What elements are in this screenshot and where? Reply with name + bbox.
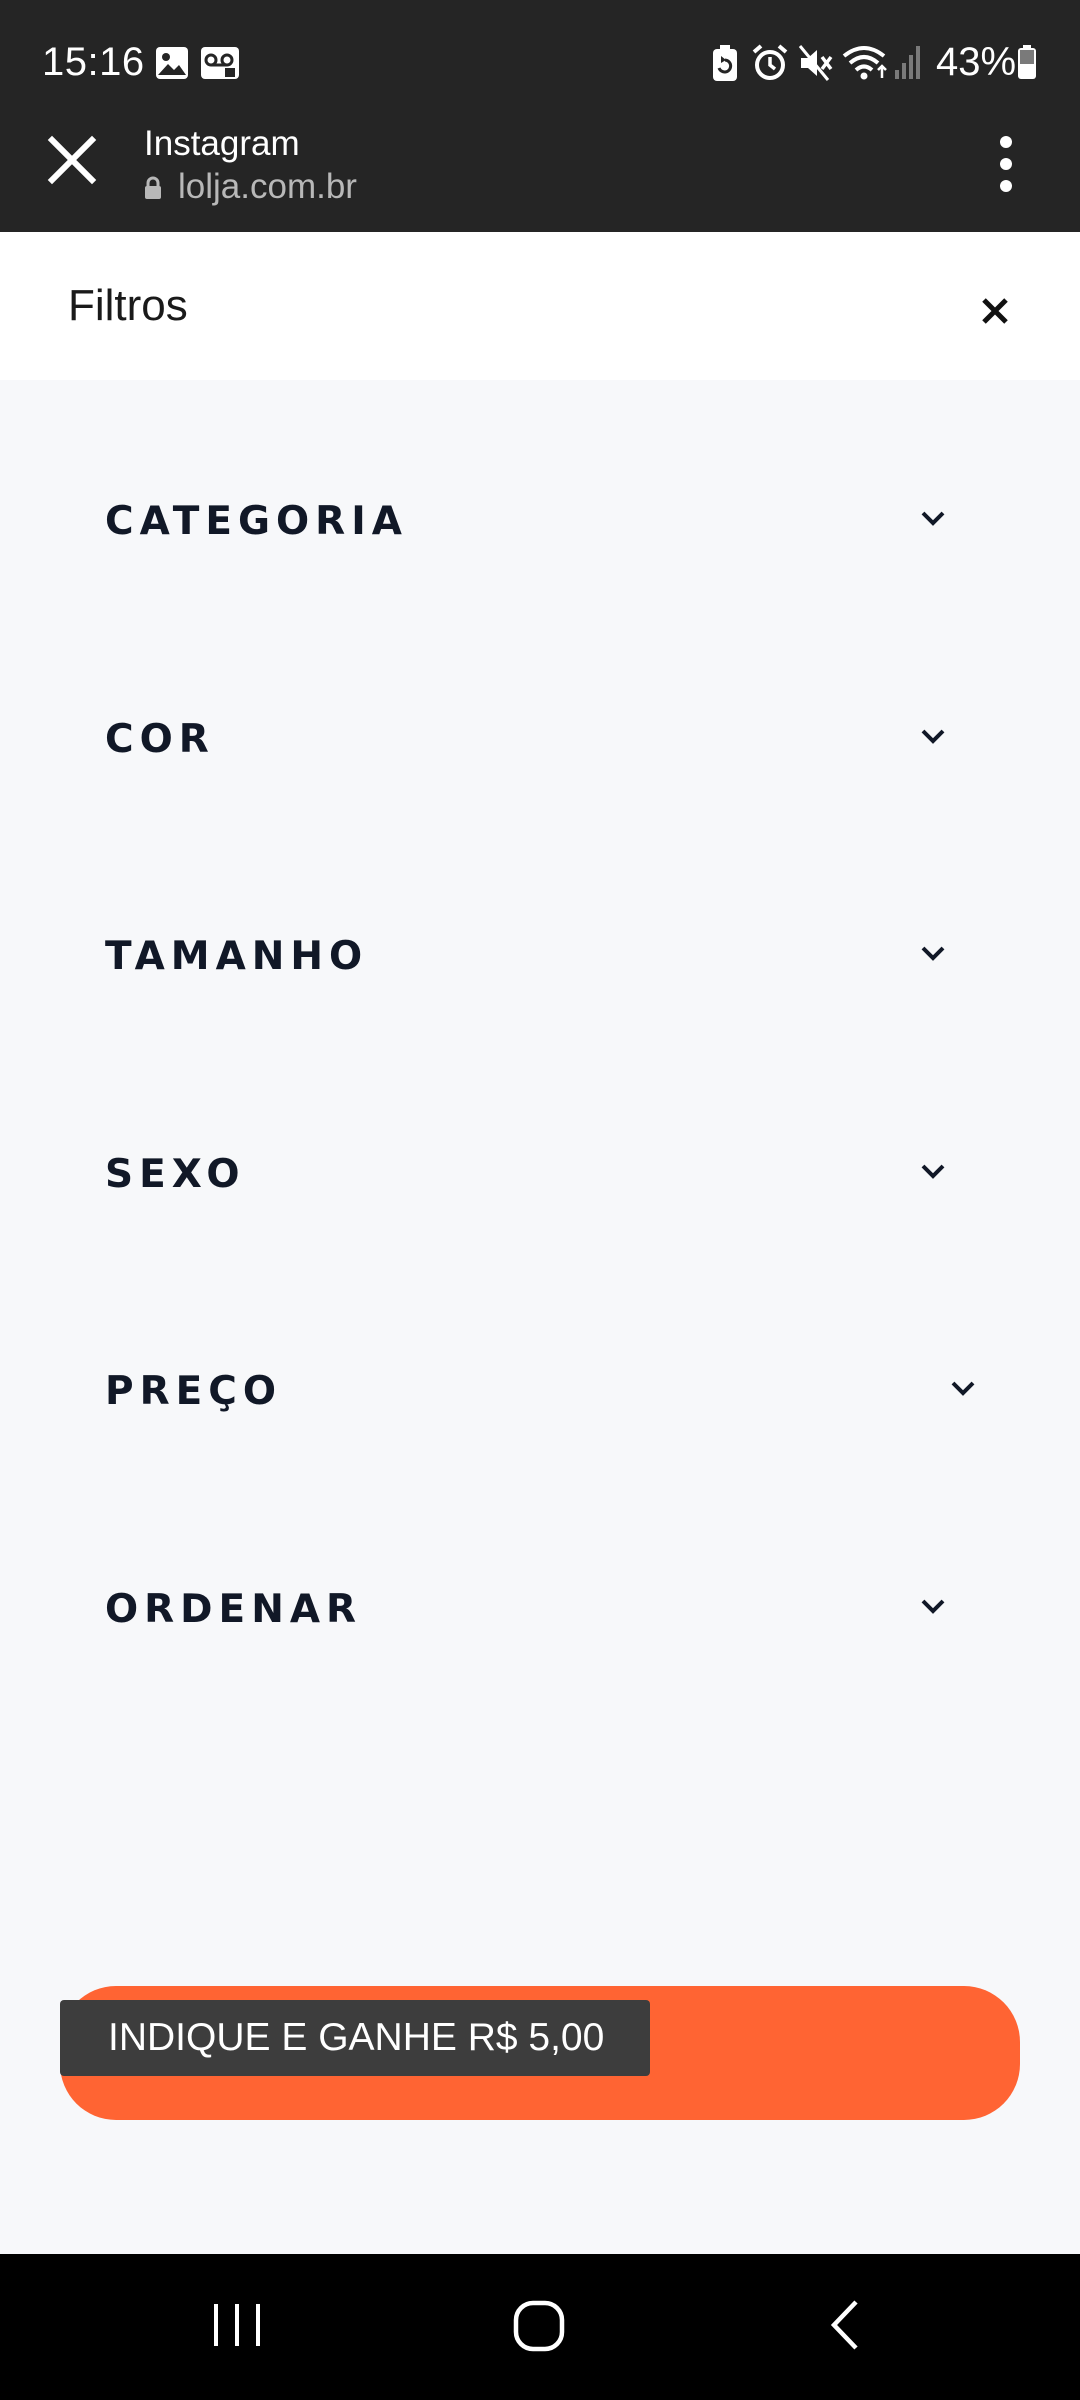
alarm-icon xyxy=(752,44,788,80)
filter-sexo[interactable]: SEXO xyxy=(0,1115,1080,1235)
mute-icon xyxy=(798,45,833,81)
status-bar: 15:16 43% xyxy=(0,0,1080,124)
battery-percentage: 43% xyxy=(936,40,1017,84)
filter-label: ORDENAR xyxy=(105,1587,363,1632)
chevron-down-icon xyxy=(921,729,945,744)
signal-icon xyxy=(895,46,920,79)
filters-title: Filtros xyxy=(68,281,188,330)
gallery-icon xyxy=(156,47,188,79)
chevron-down-icon xyxy=(951,1381,975,1396)
voicemail-icon xyxy=(201,47,239,79)
filter-cor[interactable]: COR xyxy=(0,680,1080,800)
chevron-down-icon xyxy=(921,1599,945,1614)
navigation-bar xyxy=(0,2254,1080,2400)
browser-title: Instagram xyxy=(144,124,300,163)
filter-label: COR xyxy=(105,717,215,762)
more-vert-icon[interactable] xyxy=(992,132,1020,196)
home-icon[interactable] xyxy=(512,2298,566,2352)
filter-label: SEXO xyxy=(105,1152,246,1197)
browser-toolbar: Instagram lolja.com.br xyxy=(0,124,1080,232)
status-time: 15:16 xyxy=(42,40,145,84)
filter-label: PREÇO xyxy=(105,1369,283,1414)
wifi-icon xyxy=(842,46,887,80)
chevron-down-icon xyxy=(921,1164,945,1179)
filter-label: TAMANHO xyxy=(105,934,369,979)
filter-label: CATEGORIA xyxy=(105,499,408,544)
filters-header: Filtros xyxy=(0,232,1080,380)
filter-categoria[interactable]: CATEGORIA xyxy=(0,462,1080,582)
recent-apps-icon[interactable] xyxy=(210,2298,264,2352)
chevron-down-icon xyxy=(921,511,945,526)
close-icon[interactable] xyxy=(980,296,1010,326)
chevron-down-icon xyxy=(921,946,945,961)
lock-icon xyxy=(145,176,161,199)
battery-icon xyxy=(1018,45,1036,79)
close-icon[interactable] xyxy=(44,132,100,188)
browser-url[interactable]: lolja.com.br xyxy=(144,166,357,208)
battery-saver-icon xyxy=(713,45,737,81)
browser-url-text: lolja.com.br xyxy=(178,167,357,206)
filter-preco[interactable]: PREÇO xyxy=(0,1332,1080,1452)
back-icon[interactable] xyxy=(818,2298,872,2352)
filter-ordenar[interactable]: ORDENAR xyxy=(0,1550,1080,1670)
referral-label[interactable]: INDIQUE E GANHE R$ 5,00 xyxy=(60,2000,650,2076)
filter-tamanho[interactable]: TAMANHO xyxy=(0,897,1080,1017)
